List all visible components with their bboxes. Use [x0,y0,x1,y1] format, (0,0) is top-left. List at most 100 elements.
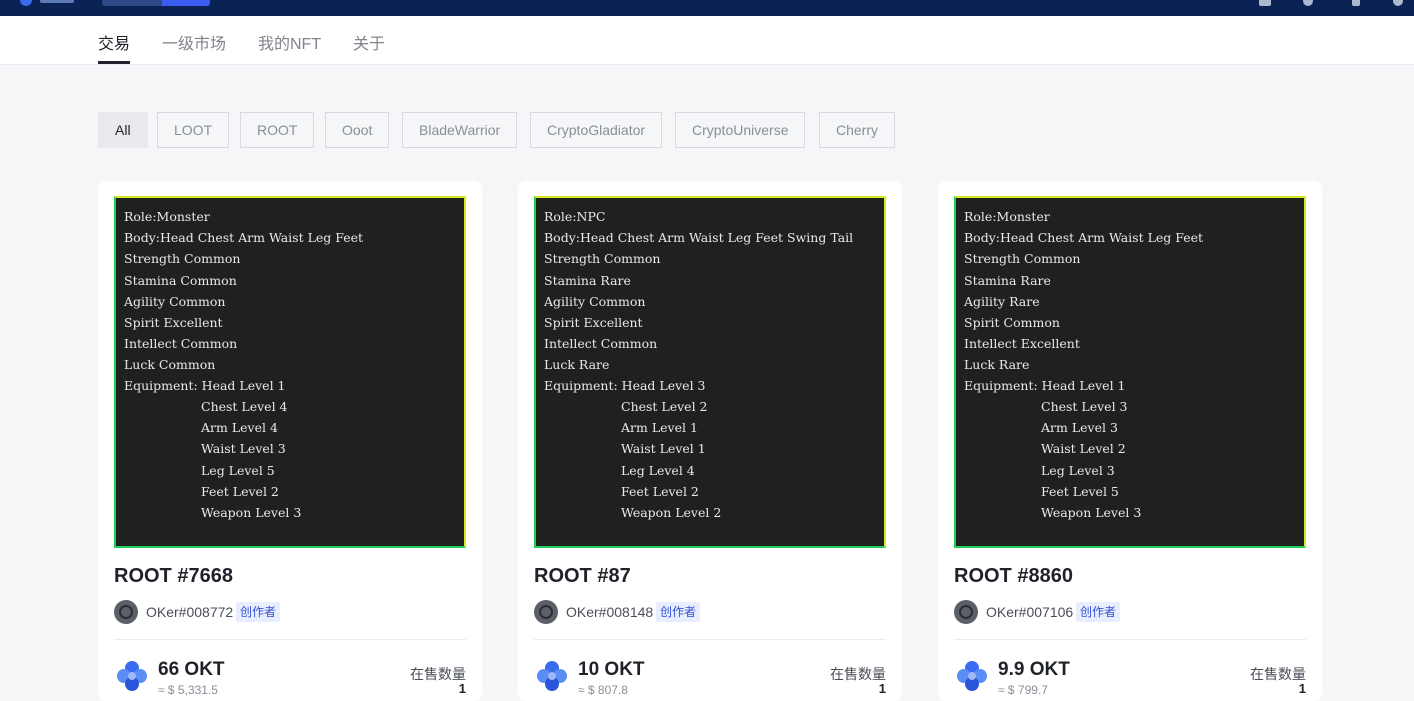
nft-attr-line: Spirit Excellent [124,315,223,330]
active-tab-indicator [98,61,130,64]
nft-attr-line: Spirit Common [964,315,1060,330]
nft-equip-line: Waist Level 2 [1041,441,1126,456]
top-segment-active[interactable] [162,0,210,6]
nft-equip-line: Arm Level 1 [621,420,698,435]
nft-attr-line: Spirit Excellent [544,315,643,330]
wallet-icon[interactable] [1259,0,1271,6]
divider [114,639,466,640]
creator-badge: 创作者 [656,602,701,622]
creator-name: OKer#007106 [986,604,1074,620]
filter-cherry[interactable]: Cherry [819,112,896,148]
creator-badge: 创作者 [1076,602,1121,622]
qty-value: 1 [1298,681,1306,696]
price: 9.9 OKT [998,659,1070,680]
price-usd: ≈ $ 5,331.5 [158,683,218,697]
nft-attr-line: Equipment: Head Level 3 [544,378,706,393]
nft-card[interactable]: Role:Monster Body:Head Chest Arm Waist L… [938,181,1322,701]
nft-artwork[interactable]: Role:Monster Body:Head Chest Arm Waist L… [954,196,1306,548]
nft-equip-line: Waist Level 3 [201,441,286,456]
nft-attr-line: Equipment: Head Level 1 [124,378,286,393]
tab-primary-market[interactable]: 一级市场 [162,30,226,54]
tab-my-nft[interactable]: 我的NFT [258,30,321,54]
nft-attr-line: Body:Head Chest Arm Waist Leg Feet [124,230,364,245]
nft-artwork[interactable]: Role:Monster Body:Head Chest Arm Waist L… [114,196,466,548]
nft-equip-line: Feet Level 5 [1041,484,1119,499]
filter-loot[interactable]: LOOT [157,112,230,148]
nft-equip-line: Waist Level 1 [621,441,706,456]
nft-attr-line: Intellect Common [124,336,238,351]
nft-attr-line: Intellect Excellent [964,336,1080,351]
filter-cryptogladiator[interactable]: CryptoGladiator [530,112,663,148]
nft-attr-line: Equipment: Head Level 1 [964,378,1126,393]
okt-coin-icon [957,661,987,691]
avatar-icon [954,600,978,624]
nft-equip-line: Chest Level 4 [201,399,288,414]
divider [534,639,886,640]
nft-title[interactable]: ROOT #7668 [114,565,233,588]
nft-card[interactable]: Role:NPC Body:Head Chest Arm Waist Leg F… [518,181,902,701]
nft-equip-line: Weapon Level 3 [1041,505,1142,520]
nft-title[interactable]: ROOT #87 [534,565,631,588]
qty-label: 在售数量 [410,666,466,682]
nft-equip-line: Leg Level 4 [621,463,695,478]
nft-attr-line: Agility Rare [964,294,1040,309]
nft-equip-line: Arm Level 4 [201,420,278,435]
download-icon[interactable] [1352,0,1360,6]
bell-icon[interactable] [1303,0,1313,6]
nft-equip-line: Feet Level 2 [621,484,699,499]
avatar-icon [114,600,138,624]
nft-attr-line: Body:Head Chest Arm Waist Leg Feet [964,230,1204,245]
nft-attr-line: Body:Head Chest Arm Waist Leg Feet Swing… [544,230,854,245]
nft-equip-line: Leg Level 3 [1041,463,1115,478]
price-usd: ≈ $ 799.7 [998,683,1048,697]
tab-trade[interactable]: 交易 [98,30,130,54]
filter-cryptouniverse[interactable]: CryptoUniverse [675,112,806,148]
okt-coin-icon [117,661,147,691]
filter-bladewarrior[interactable]: BladeWarrior [402,112,518,148]
nft-card[interactable]: Role:Monster Body:Head Chest Arm Waist L… [98,181,482,701]
qty-value: 1 [458,681,466,696]
nft-equip-line: Feet Level 2 [201,484,279,499]
price-usd: ≈ $ 807.8 [578,683,628,697]
okt-coin-icon [537,661,567,691]
nft-attr-line: Stamina Rare [544,273,631,288]
nft-attr-line: Role:Monster [964,209,1050,224]
top-segment-switch[interactable] [102,0,210,6]
nft-attr-line: Stamina Rare [964,273,1051,288]
language-icon[interactable] [1393,0,1403,6]
logo-wordmark [40,0,74,3]
nft-equip-line: Chest Level 3 [1041,399,1128,414]
qty-label: 在售数量 [1250,666,1306,682]
nft-equip-line: Weapon Level 3 [201,505,302,520]
logo-icon[interactable] [20,0,32,6]
nft-equip-line: Arm Level 3 [1041,420,1118,435]
nft-equip-line: Leg Level 5 [201,463,275,478]
nft-attr-line: Agility Common [544,294,646,309]
nft-attr-line: Luck Common [124,357,216,372]
nft-attr-line: Strength Common [544,251,661,266]
creator-name: OKer#008772 [146,604,234,620]
creator-name: OKer#008148 [566,604,654,620]
price: 10 OKT [578,659,645,680]
filter-all[interactable]: All [98,112,148,148]
nft-title[interactable]: ROOT #8860 [954,565,1073,588]
filter-root[interactable]: ROOT [240,112,315,148]
nft-equip-line: Chest Level 2 [621,399,708,414]
filter-ooot[interactable]: Ooot [325,112,390,148]
tab-about[interactable]: 关于 [353,30,385,54]
nft-attr-line: Agility Common [124,294,226,309]
nft-attr-line: Strength Common [124,251,241,266]
qty-value: 1 [878,681,886,696]
main-tabs: 交易 一级市场 我的NFT 关于 [0,16,1414,65]
divider [954,639,1306,640]
price: 66 OKT [158,659,225,680]
nft-attr-line: Role:NPC [544,209,606,224]
avatar-icon [534,600,558,624]
nft-artwork[interactable]: Role:NPC Body:Head Chest Arm Waist Leg F… [534,196,886,548]
nft-attr-line: Strength Common [964,251,1081,266]
nft-attr-line: Stamina Common [124,273,237,288]
qty-label: 在售数量 [830,666,886,682]
nft-attr-line: Luck Rare [544,357,610,372]
nft-attr-line: Role:Monster [124,209,210,224]
nft-attr-line: Intellect Common [544,336,658,351]
